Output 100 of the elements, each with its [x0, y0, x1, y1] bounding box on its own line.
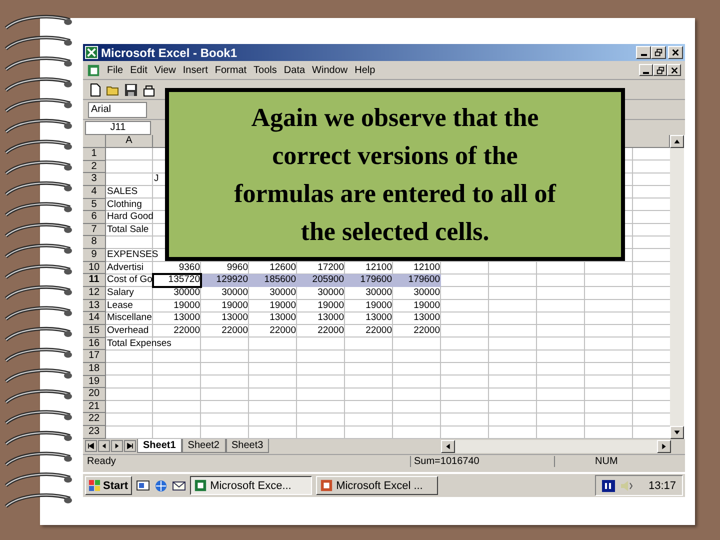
row-header[interactable]: 7: [83, 224, 106, 236]
row-header[interactable]: 8: [83, 236, 106, 250]
table-cell: 129920: [201, 274, 249, 288]
table-cell: Clothing: [107, 198, 142, 210]
row-header[interactable]: 15: [83, 324, 106, 338]
table-cell-text: 30000: [220, 287, 249, 300]
last-sheet-icon[interactable]: [124, 440, 136, 452]
row-header[interactable]: 20: [83, 388, 106, 401]
menu-item[interactable]: Insert: [182, 64, 208, 76]
menu-item[interactable]: Window: [312, 64, 348, 76]
row-header[interactable]: 10: [83, 262, 106, 274]
table-cell-text: 30000: [172, 287, 201, 300]
table-cell-text: 19000: [412, 300, 441, 312]
table-cell-text: 30000: [316, 287, 345, 300]
table-cell-text: 13000: [220, 312, 249, 325]
close-button[interactable]: [667, 64, 681, 76]
taskbar-button[interactable]: Microsoft Excel ...: [316, 476, 438, 495]
font-dropdown[interactable]: Arial: [88, 102, 147, 118]
mail-icon[interactable]: [172, 478, 186, 492]
taskbar-button[interactable]: Microsoft Exce...: [190, 476, 312, 495]
row-header[interactable]: 2: [83, 160, 106, 174]
new-file-icon[interactable]: [88, 82, 102, 96]
start-button[interactable]: Start: [85, 476, 132, 495]
table-cell-text: 22000: [364, 324, 393, 338]
table-cell-text: 12100: [412, 262, 441, 274]
menu-item[interactable]: Data: [284, 64, 306, 76]
row-header[interactable]: 13: [83, 300, 106, 312]
menu-item[interactable]: Edit: [130, 64, 148, 76]
menu-item[interactable]: File: [107, 64, 124, 76]
row-header[interactable]: 18: [83, 362, 106, 376]
minimize-button[interactable]: [636, 46, 651, 59]
workbook-icon: [87, 64, 100, 76]
sheet-tab[interactable]: Sheet2: [182, 439, 226, 454]
save-icon[interactable]: [124, 82, 138, 96]
row-header[interactable]: 12: [83, 287, 106, 300]
row-header[interactable]: 11: [83, 274, 106, 288]
restore-button[interactable]: [651, 46, 666, 59]
app-icon: [320, 479, 334, 492]
table-cell-text: 13000: [268, 312, 297, 325]
row-header[interactable]: 5: [83, 198, 106, 212]
row-header[interactable]: 3: [83, 173, 106, 186]
table-cell-text: 9360: [178, 262, 201, 274]
table-cell-text: 30000: [412, 287, 441, 300]
row-header[interactable]: 21: [83, 400, 106, 414]
minimize-button[interactable]: [639, 64, 653, 76]
row-header[interactable]: 22: [83, 413, 106, 426]
scroll-right-icon[interactable]: [657, 440, 671, 453]
sheet-tab[interactable]: Sheet3: [226, 439, 270, 454]
sheet-tab[interactable]: Sheet1: [137, 439, 182, 454]
name-box[interactable]: J11: [85, 120, 151, 134]
row-header[interactable]: 16: [83, 338, 106, 350]
menu-item[interactable]: Tools: [254, 64, 277, 76]
menu-item[interactable]: Format: [214, 64, 247, 76]
close-button[interactable]: [668, 46, 683, 59]
vertical-scrollbar[interactable]: [670, 135, 684, 439]
table-cell-text: 17200: [316, 262, 345, 274]
first-sheet-icon[interactable]: [85, 440, 97, 452]
table-cell: Overhead: [107, 324, 149, 336]
minimize-icon: [643, 72, 649, 74]
num-lock-indicator: NUM: [554, 456, 655, 468]
table-cell-text: 22000: [268, 324, 297, 338]
sum-readout: Sum=1016740: [410, 456, 554, 468]
globe-icon[interactable]: [154, 478, 168, 492]
row-header[interactable]: 17: [83, 350, 106, 363]
table-cell-text: 12600: [268, 262, 297, 274]
speaker-icon[interactable]: [619, 478, 634, 492]
scroll-left-icon[interactable]: [441, 440, 455, 453]
minimize-icon: [640, 54, 646, 56]
restore-button[interactable]: [653, 64, 667, 76]
table-cell-text: 19000: [316, 300, 345, 312]
table-cell: Cost of Go: [107, 274, 152, 286]
clock: 13:17: [648, 480, 676, 492]
table-cell: Salary: [107, 287, 134, 298]
horizontal-scrollbar[interactable]: [441, 440, 671, 453]
table-cell: Hard Good: [107, 211, 154, 222]
menu-item[interactable]: View: [154, 64, 176, 76]
row-header[interactable]: 19: [83, 376, 106, 388]
row-header[interactable]: 14: [83, 312, 106, 325]
table-cell-text: 12100: [364, 262, 393, 274]
row-header[interactable]: 6: [83, 211, 106, 224]
row-header[interactable]: 23: [83, 426, 106, 439]
table-cell: Total Sale: [107, 224, 149, 235]
desktop-icon[interactable]: [136, 478, 150, 492]
scroll-up-icon[interactable]: [670, 135, 684, 148]
row-header[interactable]: 1: [83, 148, 106, 161]
table-cell-text: 13000: [172, 312, 201, 325]
window-title: Microsoft Excel - Book1: [101, 46, 238, 60]
previous-sheet-icon[interactable]: [98, 440, 110, 452]
table-cell-text: 19000: [268, 300, 297, 312]
table-cell: Total Expenses: [107, 338, 172, 349]
windows-logo-icon: [89, 480, 101, 492]
row-header[interactable]: 9: [83, 249, 106, 262]
table-cell-text: 9960: [226, 262, 249, 274]
table-cell-text: 19000: [220, 300, 249, 312]
table-cell-text: 13000: [316, 312, 345, 325]
menu-item[interactable]: Help: [354, 64, 376, 76]
row-header[interactable]: 4: [83, 186, 106, 199]
next-sheet-icon[interactable]: [111, 440, 123, 452]
table-cell: 179600: [345, 274, 393, 288]
scroll-down-icon[interactable]: [670, 426, 684, 439]
